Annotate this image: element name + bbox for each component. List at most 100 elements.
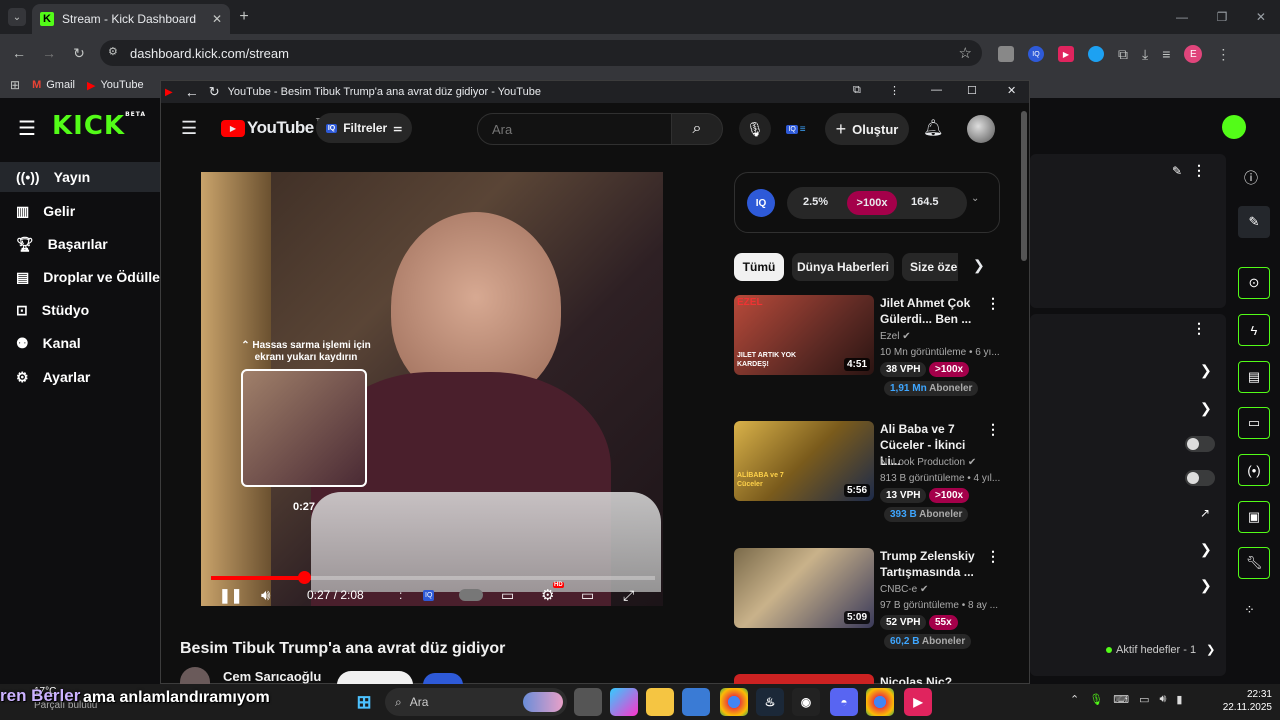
video-thumbnail[interactable] (734, 674, 874, 684)
recommendation-card[interactable]: 5:09 Trump Zelenskiy Tartışmasında ... ⋮… (734, 548, 1004, 658)
puzzle-icon[interactable]: ⧉ (1118, 46, 1128, 63)
card-channel[interactable]: Ezel ✔ (880, 331, 911, 342)
store-icon[interactable] (682, 688, 710, 716)
bookmark-star-icon[interactable]: ☆ (959, 44, 972, 62)
download-icon[interactable]: ⤓ (1142, 46, 1148, 63)
camera-button[interactable]: ▣ (1238, 501, 1270, 533)
open-in-tab-icon[interactable]: ⧉ (853, 84, 861, 97)
chevron-right-icon[interactable]: ❯ (1200, 577, 1212, 594)
account-avatar[interactable] (967, 115, 995, 143)
close-tab-icon[interactable]: ✕ (212, 12, 222, 26)
autoplay-toggle[interactable] (459, 589, 483, 601)
discord-icon[interactable]: ◓ (830, 688, 858, 716)
nav-item-kanal[interactable]: ⚉ Kanal (16, 328, 161, 358)
video-extension-icon[interactable]: ▶ (1058, 46, 1074, 62)
tools-button[interactable]: 🔧︎ (1238, 547, 1270, 579)
lightning-button[interactable]: ϟ (1238, 314, 1270, 346)
theater-mode-icon[interactable]: ▭ (581, 587, 594, 604)
iq-menu-button[interactable]: IQ ≡ (779, 117, 813, 141)
active-goals[interactable]: Aktif hedefler - 1 ❯ (1106, 643, 1215, 656)
browser-menu-icon[interactable]: ⋮ (1216, 46, 1230, 63)
clip-button[interactable]: ⊙ (1238, 267, 1270, 299)
progress-handle[interactable] (298, 571, 312, 584)
nav-item-gelir[interactable]: ▥ Gelir (16, 196, 161, 226)
info-icon[interactable]: ⓘ (1244, 168, 1258, 188)
forward-arrow-icon[interactable]: → (40, 44, 58, 62)
external-link-icon[interactable]: ↗ (1200, 506, 1210, 520)
recommendation-card[interactable]: EZEL JILET ARTIK YOK KARDEŞ! 4:51 Jilet … (734, 295, 1004, 405)
broadcast-button[interactable]: (•) (1238, 454, 1270, 486)
subtitles-icon[interactable]: ▭ (501, 587, 514, 604)
voice-search-button[interactable]: 🎙︎ (739, 113, 771, 145)
panel-menu-icon[interactable]: ⋮ (1192, 320, 1206, 337)
channel-name[interactable]: Cem Sarıcaoğlu (223, 669, 321, 685)
chevron-right-icon[interactable]: ❯ (1200, 541, 1212, 558)
nav-item-droplar[interactable]: ▤ Droplar ve Ödüller (16, 262, 176, 292)
task-view-icon[interactable] (574, 688, 602, 716)
steam-icon[interactable]: ♨ (756, 688, 784, 716)
battery-icon[interactable]: ▮ (1176, 693, 1182, 711)
search-button[interactable]: ⌕ (671, 113, 723, 145)
monitor-icon[interactable]: ▭ (1139, 693, 1149, 711)
video-thumbnail[interactable]: EZEL JILET ARTIK YOK KARDEŞ! 4:51 (734, 295, 874, 375)
site-info-icon[interactable]: ⚙ (108, 45, 118, 58)
iq-icon[interactable]: IQ (423, 589, 435, 601)
card-channel[interactable]: CNBC-e ✔ (880, 584, 928, 595)
blue-extension-icon[interactable] (1088, 46, 1104, 62)
chapter-chevron-icon[interactable]: : (399, 588, 402, 602)
chevron-right-icon[interactable]: ❯ (973, 257, 985, 274)
progress-bar[interactable] (211, 571, 655, 584)
popup-menu-icon[interactable]: ⋮ (889, 84, 900, 97)
bell-icon[interactable]: 🔔︎ (923, 118, 943, 138)
close-window-icon[interactable]: ✕ (1007, 84, 1016, 97)
minimize-icon[interactable]: — (1176, 10, 1188, 24)
search-input[interactable] (477, 113, 672, 145)
pause-icon[interactable]: ❚❚ (219, 587, 242, 604)
edit-pencil-icon[interactable]: ✎ (1172, 164, 1182, 178)
nav-item-yayin[interactable]: ((•)) Yayın (0, 162, 160, 192)
more-options-icon[interactable]: ⋮ (986, 421, 1000, 438)
reload-icon[interactable]: ↻ (209, 84, 220, 100)
back-arrow-icon[interactable]: ← (10, 44, 28, 62)
hamburger-menu-icon[interactable]: ☰ (18, 116, 36, 141)
maximize-icon[interactable]: ☐ (967, 84, 977, 97)
bookmark-gmail[interactable]: M Gmail (32, 79, 75, 91)
volume-icon[interactable]: 🔊︎ (261, 587, 270, 604)
channel-avatar[interactable] (180, 667, 210, 685)
youtube-logo[interactable]: ▶ YouTube TR (221, 118, 325, 138)
recommendation-card[interactable]: ALİBABA ve 7 Cüceler 5:56 Ali Baba ve 7 … (734, 421, 1004, 531)
chip-world-news[interactable]: Dünya Haberleri (792, 253, 894, 281)
back-arrow-icon[interactable]: ← (185, 84, 199, 100)
browser-tab[interactable]: K Stream - Kick Dashboard ✕ (32, 4, 230, 34)
hamburger-menu-icon[interactable]: ☰ (181, 118, 197, 139)
chrome-profile-icon[interactable] (866, 688, 894, 716)
clock[interactable]: 22:31 22.11.2025 (1212, 688, 1272, 714)
chevron-right-icon[interactable]: ❯ (1200, 400, 1212, 417)
card-title[interactable]: Trump Zelenskiy Tartışmasında ... (880, 548, 980, 580)
reload-icon[interactable]: ↻ (70, 44, 88, 62)
chrome-icon[interactable] (720, 688, 748, 716)
toggle-switch[interactable] (1185, 470, 1215, 486)
video-player[interactable]: ⌃ Hassas sarma işlemi için ekranı yukarı… (201, 172, 663, 606)
chevron-up-icon[interactable]: ⌃ (1070, 693, 1079, 711)
settings-gear-icon[interactable]: ⚙ (541, 586, 554, 604)
nav-item-basarilar[interactable]: 🏆︎ Başarılar (16, 229, 161, 259)
new-tab-button[interactable]: + (236, 8, 252, 26)
panel-menu-icon[interactable]: ⋮ (1192, 162, 1206, 179)
file-explorer-icon[interactable] (646, 688, 674, 716)
chip-for-you[interactable]: Size öze (902, 253, 958, 281)
notes-button[interactable]: ▤ (1238, 361, 1270, 393)
card-channel[interactable]: NuLook Production ✔ (880, 457, 976, 468)
copilot-icon[interactable] (610, 688, 638, 716)
video-thumbnail[interactable]: 5:09 (734, 548, 874, 628)
youtube-app-icon[interactable]: ▶ (904, 688, 932, 716)
toggle-switch[interactable] (1185, 436, 1215, 452)
taskbar-search[interactable]: ⌕ Ara (385, 688, 567, 716)
media-control-icon[interactable]: ≡ (1162, 46, 1170, 62)
card-title[interactable]: Jilet Ahmet Çok Gülerdi... Ben ... (880, 295, 980, 327)
kick-logo[interactable]: KICKBETA (52, 111, 146, 141)
close-window-icon[interactable]: ✕ (1256, 10, 1266, 24)
more-dots-icon[interactable]: ⁘ (1244, 602, 1255, 618)
shield-extension-icon[interactable] (998, 46, 1014, 62)
windows-start-icon[interactable]: ⊞ (350, 688, 378, 716)
